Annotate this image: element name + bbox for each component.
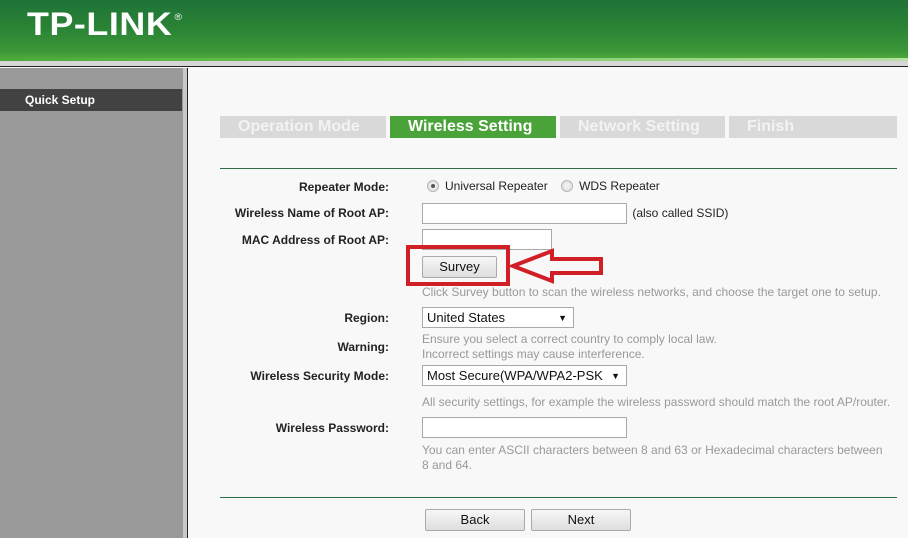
dropdown-arrow-icon: ▼ [558,312,567,323]
bottom-divider [220,497,897,498]
warning-line-2: Incorrect settings may cause interferenc… [422,347,645,361]
security-mode-label: Wireless Security Mode: [250,369,389,383]
radio-unchecked-icon[interactable] [561,180,574,192]
password-hint: You can enter ASCII characters between 8… [422,443,883,473]
step-wireless-setting: Wireless Setting [390,116,556,138]
radio-universal-repeater[interactable]: Universal Repeater [427,179,548,193]
main-content: Operation Mode Wireless Setting Network … [189,68,908,538]
step-label: Operation Mode [238,118,360,135]
security-mode-hint: All security settings, for example the w… [422,395,891,409]
repeater-mode-label: Repeater Mode: [298,180,389,194]
password-hint-line-1: You can enter ASCII characters between 8… [422,443,883,457]
warning-line-1: Ensure you select a correct country to c… [422,332,717,346]
trademark-symbol: ® [174,12,183,22]
header-divider [0,61,908,67]
step-network-setting: Network Setting [560,116,725,138]
dropdown-arrow-icon: ▼ [611,370,620,381]
wizard-steps: Operation Mode Wireless Setting Network … [220,116,897,138]
root-ssid-field: (also called SSID) [422,203,728,224]
password-hint-line-2: 8 and 64. [422,458,473,472]
warning-label: Warning: [337,340,389,354]
step-label: Wireless Setting [408,118,533,135]
sidebar: Quick Setup [0,68,183,538]
ssid-suffix-text: (also called SSID) [632,205,729,220]
red-arrow-icon [510,248,603,284]
survey-highlight-box [406,245,510,286]
logo-text: TP-LINK [27,6,173,42]
next-button[interactable]: Next [531,509,631,531]
sidebar-item-label: Quick Setup [25,93,96,107]
radio-wds-repeater[interactable]: WDS Repeater [561,179,660,193]
security-mode-select[interactable]: Most Secure(WPA/WPA2-PSK ▼ [422,365,627,386]
repeater-mode-options: Universal Repeater WDS Repeater [427,179,660,193]
tp-link-logo: TP-LINK ® [27,6,183,43]
radio-label: WDS Repeater [579,179,660,193]
step-finish: Finish [729,116,897,138]
region-select[interactable]: United States ▼ [422,307,574,328]
region-field: United States ▼ [422,307,574,328]
step-label: Finish [747,118,795,135]
survey-hint: Click Survey button to scan the wireless… [422,285,881,299]
region-label: Region: [344,311,389,325]
step-label: Network Setting [578,118,700,135]
security-mode-selected-value: Most Secure(WPA/WPA2-PSK [427,368,603,383]
root-mac-label: MAC Address of Root AP: [241,233,389,247]
sidebar-scrollbar[interactable] [183,68,188,538]
radio-label: Universal Repeater [445,179,548,193]
root-ssid-input[interactable] [422,203,627,224]
security-mode-field: Most Secure(WPA/WPA2-PSK ▼ [422,365,627,386]
sidebar-item-quick-setup[interactable]: Quick Setup [0,89,182,111]
back-button-label: Back [460,512,490,527]
next-button-label: Next [567,512,595,527]
step-operation-mode: Operation Mode [220,116,386,138]
back-button[interactable]: Back [425,509,525,531]
radio-checked-icon[interactable] [427,180,439,192]
header-banner: TP-LINK ® [0,0,908,60]
region-selected-value: United States [427,310,506,325]
root-ssid-label: Wireless Name of Root AP: [234,206,389,220]
password-field [422,417,627,438]
password-label: Wireless Password: [275,421,389,435]
top-divider [220,168,897,169]
warning-text: Ensure you select a correct country to c… [422,332,717,362]
password-input[interactable] [422,417,627,438]
